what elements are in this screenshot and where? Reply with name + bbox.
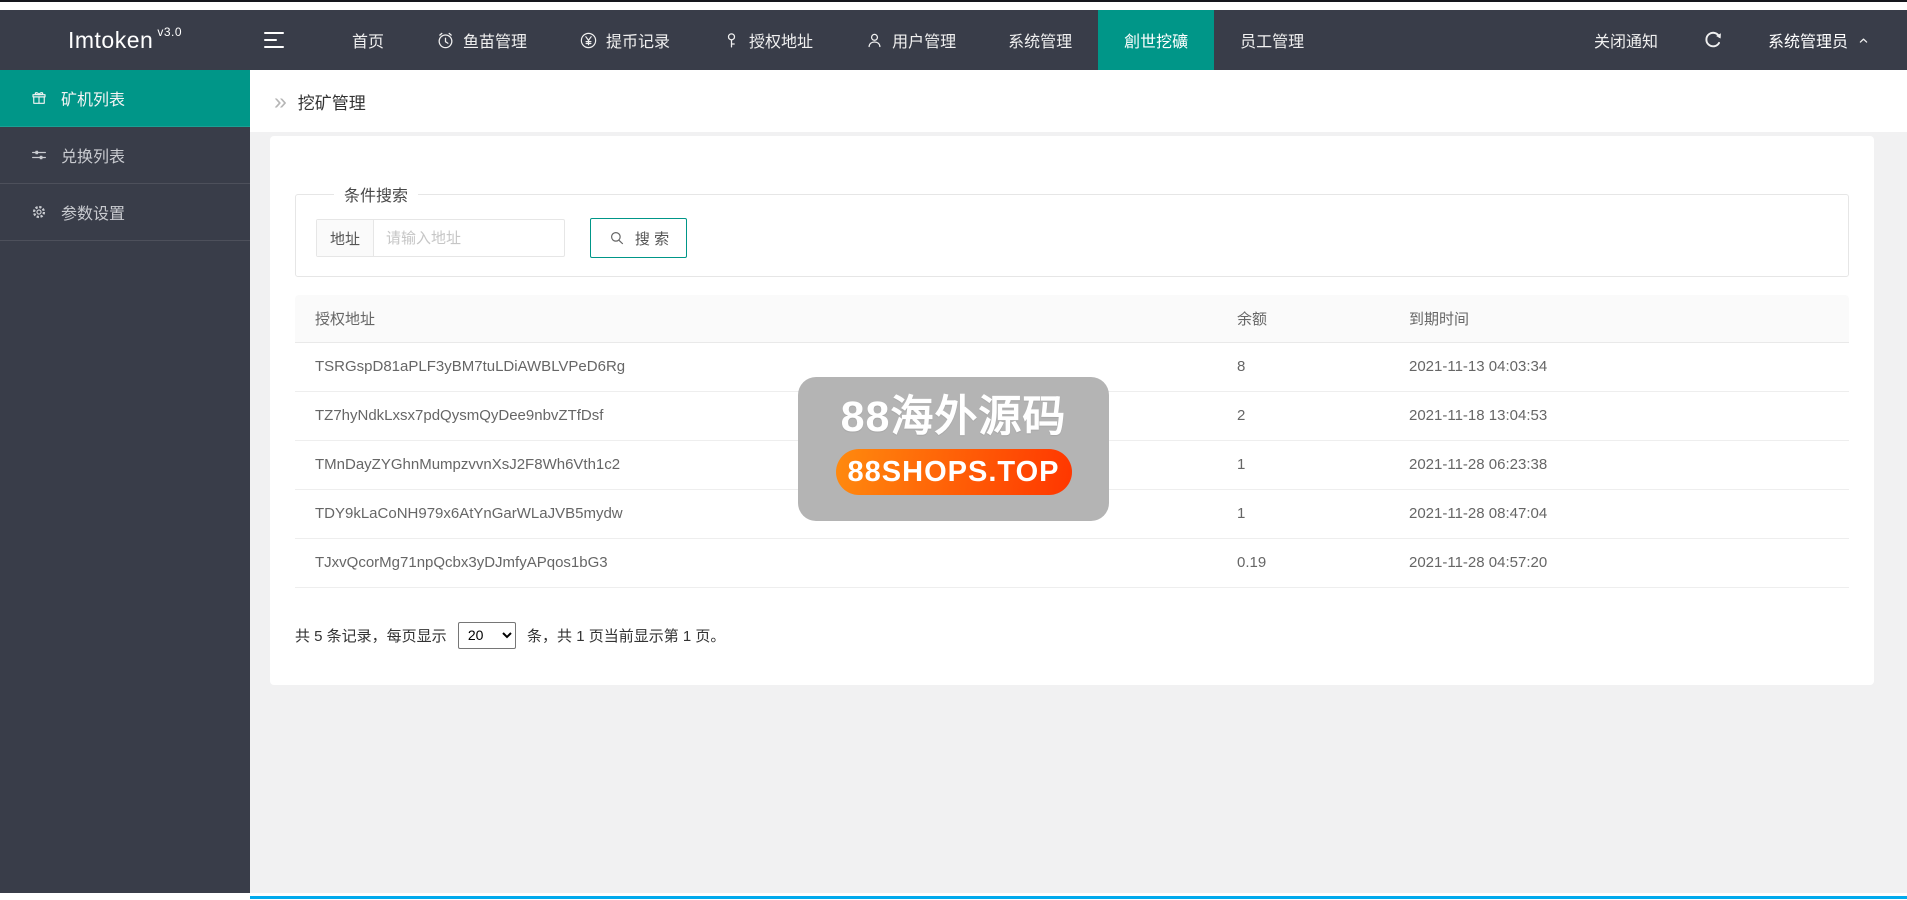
- bottom-accent-line: [250, 896, 1907, 899]
- cell-balance: 8: [1217, 342, 1389, 392]
- watermark-overlay: 88海外源码 88SHOPS.TOP: [798, 377, 1109, 521]
- table-row: TJxvQcorMg71npQcbx3yDJmfyAPqos1bG3 0.19 …: [295, 538, 1849, 588]
- address-input-group: 地址: [316, 219, 566, 257]
- key-icon: [722, 31, 741, 50]
- table-header-row: 授权地址 余额 到期时间: [295, 295, 1849, 343]
- nav-item-staff-manage[interactable]: 员工管理: [1214, 10, 1330, 70]
- nav-item-withdraw-records[interactable]: 提币记录: [553, 10, 696, 70]
- top-navbar: Imtoken v3.0 首页 鱼苗管理 提币记录 授权地址 用户管理 系统管理…: [0, 10, 1907, 70]
- app-logo-text: Imtoken: [67, 26, 154, 53]
- nav-item-fry-manage[interactable]: 鱼苗管理: [410, 10, 553, 70]
- sidebar-item-param-settings[interactable]: 参数设置: [0, 184, 250, 241]
- nav-item-system-manage[interactable]: 系统管理: [982, 10, 1098, 70]
- window-top-border: [0, 0, 1907, 2]
- app-logo: Imtoken v3.0: [0, 10, 250, 70]
- sliders-icon: [30, 146, 48, 164]
- page-size-select[interactable]: 20: [457, 621, 516, 649]
- top-menu: 首页 鱼苗管理 提币记录 授权地址 用户管理 系统管理 創世挖礦 员工管理: [326, 10, 1330, 70]
- pagination: 共 5 条记录，每页显示 20 条，共 1 页当前显示第 1 页。: [295, 621, 1849, 649]
- sidebar-item-miner-list[interactable]: 矿机列表: [0, 70, 250, 127]
- yen-icon: [579, 31, 598, 50]
- nav-item-auth-address[interactable]: 授权地址: [696, 10, 839, 70]
- gear-icon: [30, 203, 48, 221]
- sidebar-collapse-icon[interactable]: [250, 10, 308, 70]
- refresh-icon[interactable]: [1702, 29, 1724, 51]
- search-icon: [608, 229, 626, 247]
- pagination-text-after: 条，共 1 页当前显示第 1 页。: [522, 627, 726, 645]
- cell-expire-time: 2021-11-28 06:23:38: [1389, 440, 1849, 490]
- cell-expire-time: 2021-11-18 13:04:53: [1389, 391, 1849, 441]
- user-menu[interactable]: 系统管理员: [1768, 28, 1871, 52]
- cell-balance: 0.19: [1217, 538, 1389, 588]
- page-title: 挖矿管理: [297, 93, 366, 113]
- watermark-badge: 88SHOPS.TOP: [835, 449, 1072, 496]
- address-input[interactable]: [374, 220, 565, 256]
- cell-balance: 2: [1217, 391, 1389, 441]
- cell-expire-time: 2021-11-28 08:47:04: [1389, 489, 1849, 539]
- column-header-expire-time: 到期时间: [1389, 295, 1849, 343]
- chevron-up-icon: [1856, 33, 1871, 48]
- close-notice-link[interactable]: 关闭通知: [1594, 28, 1658, 52]
- watermark-title: 88海外源码: [840, 393, 1067, 441]
- app-version: v3.0: [157, 24, 182, 39]
- navbar-right: 关闭通知 系统管理员: [1594, 10, 1907, 70]
- nav-item-home[interactable]: 首页: [326, 10, 410, 70]
- cell-balance: 1: [1217, 489, 1389, 539]
- gift-icon: [30, 89, 48, 107]
- column-header-balance: 余额: [1217, 295, 1389, 343]
- search-panel-legend: 条件搜索: [344, 188, 409, 205]
- nav-item-genesis-mining[interactable]: 創世挖礦: [1098, 10, 1215, 70]
- breadcrumb-chevrons-icon: »: [274, 87, 287, 114]
- search-button[interactable]: 搜 索: [590, 218, 688, 258]
- cell-address: TJxvQcorMg71npQcbx3yDJmfyAPqos1bG3: [295, 538, 1217, 588]
- user-icon: [865, 31, 884, 50]
- pagination-text-before: 共 5 条记录，每页显示: [295, 627, 451, 645]
- username: 系统管理员: [1767, 34, 1848, 51]
- breadcrumb: » 挖矿管理: [250, 70, 1907, 132]
- sidebar: 矿机列表 兑换列表 参数设置: [0, 70, 250, 893]
- address-field-label: 地址: [317, 220, 375, 256]
- nav-item-user-manage[interactable]: 用户管理: [839, 10, 982, 70]
- cell-expire-time: 2021-11-28 04:57:20: [1389, 538, 1849, 588]
- cell-balance: 1: [1217, 440, 1389, 490]
- clock-icon: [436, 31, 455, 50]
- search-panel: 条件搜索 地址 搜 索: [295, 182, 1849, 277]
- cell-expire-time: 2021-11-13 04:03:34: [1389, 342, 1849, 392]
- sidebar-item-exchange-list[interactable]: 兑换列表: [0, 127, 250, 184]
- column-header-address: 授权地址: [295, 295, 1217, 343]
